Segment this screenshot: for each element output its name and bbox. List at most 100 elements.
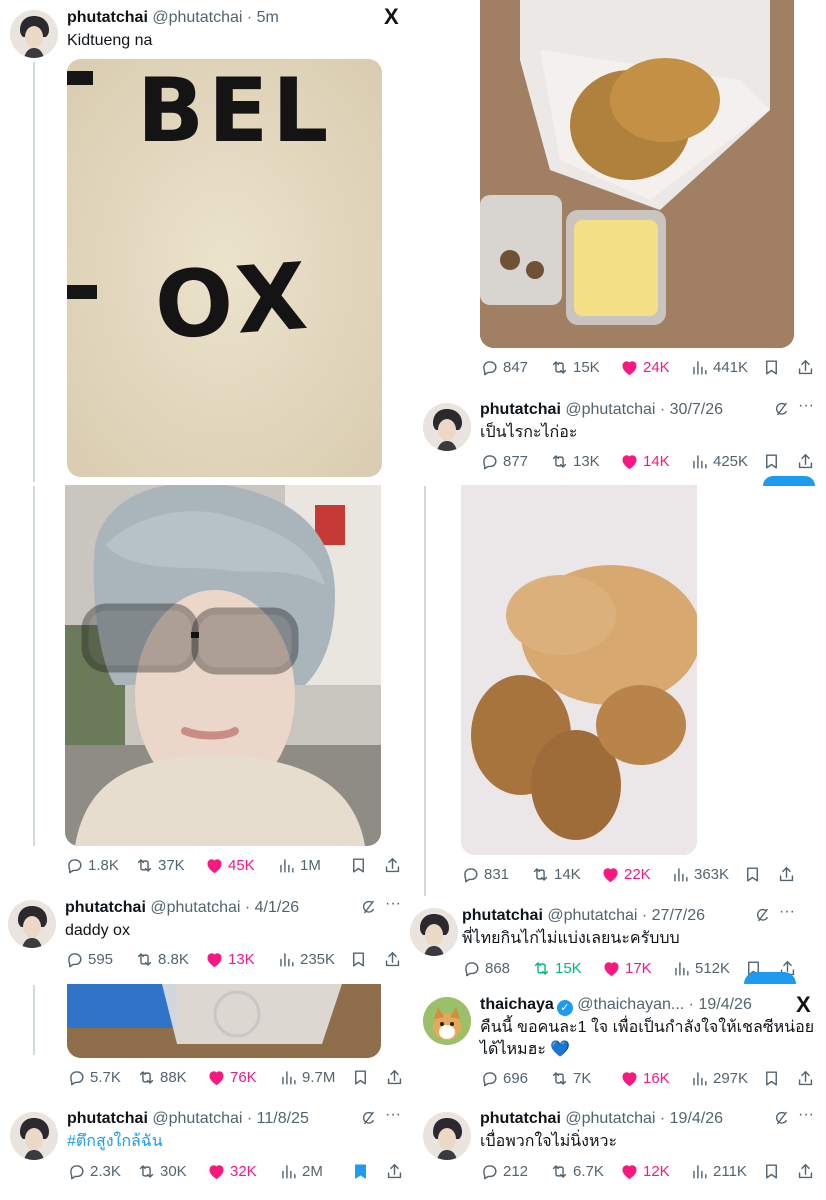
- tweet-image[interactable]: [461, 485, 697, 855]
- handle[interactable]: @phutatchai: [547, 907, 637, 924]
- reply-button[interactable]: 831: [461, 862, 509, 886]
- like-button[interactable]: 17K: [602, 956, 652, 980]
- repost-button[interactable]: 8.8K: [135, 947, 189, 971]
- bookmark-button[interactable]: [351, 1159, 370, 1183]
- timestamp[interactable]: 11/8/25: [257, 1110, 309, 1127]
- reply-button[interactable]: 696: [480, 1066, 528, 1090]
- bookmark-button[interactable]: [762, 449, 781, 473]
- avatar[interactable]: [10, 1112, 58, 1160]
- like-button[interactable]: 12K: [620, 1159, 670, 1183]
- more-icon[interactable]: ···: [779, 902, 795, 922]
- repost-button[interactable]: 7K: [550, 1066, 591, 1090]
- views-button[interactable]: 363K: [671, 862, 729, 886]
- like-button[interactable]: 24K: [620, 355, 670, 379]
- display-name[interactable]: phutatchai: [65, 899, 146, 916]
- share-button[interactable]: [383, 853, 402, 877]
- like-button[interactable]: 14K: [620, 449, 670, 473]
- repost-button[interactable]: 30K: [137, 1159, 187, 1183]
- more-icon[interactable]: ···: [798, 396, 814, 416]
- reply-button[interactable]: 847: [480, 355, 528, 379]
- avatar[interactable]: [423, 403, 471, 451]
- compose-button[interactable]: [763, 476, 815, 486]
- bookmark-button[interactable]: [351, 1065, 370, 1089]
- like-button[interactable]: 45K: [205, 853, 255, 877]
- like-button[interactable]: 13K: [205, 947, 255, 971]
- bookmark-button[interactable]: [762, 355, 781, 379]
- like-button[interactable]: 22K: [601, 862, 651, 886]
- share-button[interactable]: [796, 1066, 815, 1090]
- handle[interactable]: @phutatchai: [152, 9, 242, 26]
- views-button[interactable]: 512K: [672, 956, 730, 980]
- timestamp[interactable]: 27/7/26: [652, 907, 705, 924]
- share-button[interactable]: [796, 449, 815, 473]
- timestamp[interactable]: 30/7/26: [670, 401, 723, 418]
- timestamp[interactable]: 19/4/26: [670, 1110, 723, 1127]
- reply-button[interactable]: 2.3K: [67, 1159, 121, 1183]
- timestamp[interactable]: 5m: [257, 9, 279, 26]
- reply-button[interactable]: 212: [480, 1159, 528, 1183]
- views-button[interactable]: 2M: [279, 1159, 323, 1183]
- handle[interactable]: @phutatchai: [152, 1110, 242, 1127]
- timestamp[interactable]: 19/4/26: [698, 996, 751, 1013]
- bookmark-button[interactable]: [762, 1066, 781, 1090]
- handle[interactable]: @thaichayan...: [577, 996, 684, 1013]
- bookmark-button[interactable]: [349, 947, 368, 971]
- bookmark-button[interactable]: [743, 862, 762, 886]
- repost-button[interactable]: 13K: [550, 449, 600, 473]
- tweet-image[interactable]: BEL OX: [67, 59, 382, 477]
- reply-button[interactable]: 5.7K: [67, 1065, 121, 1089]
- more-icon[interactable]: ···: [385, 1105, 401, 1125]
- views-button[interactable]: 441K: [690, 355, 748, 379]
- views-button[interactable]: 211K: [690, 1159, 747, 1183]
- more-icon[interactable]: ···: [385, 894, 401, 914]
- display-name[interactable]: phutatchai: [480, 401, 561, 418]
- tweet-image[interactable]: [480, 0, 794, 348]
- handle[interactable]: @phutatchai: [565, 401, 655, 418]
- views-button[interactable]: 1M: [277, 853, 321, 877]
- like-button[interactable]: 76K: [207, 1065, 257, 1089]
- grok-icon[interactable]: [360, 1109, 378, 1133]
- grok-icon[interactable]: [360, 898, 378, 922]
- share-button[interactable]: [777, 862, 796, 886]
- reply-button[interactable]: 1.8K: [65, 853, 119, 877]
- grok-icon[interactable]: [773, 400, 791, 424]
- more-icon[interactable]: ···: [798, 1105, 814, 1125]
- share-button[interactable]: [796, 1159, 815, 1183]
- avatar[interactable]: [423, 997, 471, 1045]
- views-button[interactable]: 9.7M: [279, 1065, 335, 1089]
- compose-button[interactable]: [744, 972, 796, 984]
- avatar[interactable]: [10, 10, 58, 58]
- display-name[interactable]: phutatchai: [67, 1110, 148, 1127]
- display-name[interactable]: phutatchai: [67, 9, 148, 26]
- share-button[interactable]: [385, 1065, 404, 1089]
- grok-icon[interactable]: [773, 1109, 791, 1133]
- like-button[interactable]: 32K: [207, 1159, 257, 1183]
- handle[interactable]: @phutatchai: [565, 1110, 655, 1127]
- display-name[interactable]: phutatchai: [462, 907, 543, 924]
- reply-button[interactable]: 877: [480, 449, 528, 473]
- display-name[interactable]: phutatchai: [480, 1110, 561, 1127]
- views-button[interactable]: 425K: [690, 449, 748, 473]
- tweet-image[interactable]: [65, 485, 381, 846]
- repost-button[interactable]: 14K: [531, 862, 581, 886]
- display-name[interactable]: thaichaya: [480, 996, 554, 1013]
- bookmark-button[interactable]: [762, 1159, 781, 1183]
- handle[interactable]: @phutatchai: [150, 899, 240, 916]
- bookmark-button[interactable]: [349, 853, 368, 877]
- hashtag-link[interactable]: #ตึกสูงใกล้ฉัน: [67, 1131, 163, 1153]
- tweet-image[interactable]: [67, 984, 381, 1058]
- avatar[interactable]: [423, 1112, 471, 1160]
- repost-button[interactable]: 6.7K: [550, 1159, 604, 1183]
- repost-button[interactable]: 15K: [532, 956, 582, 980]
- reply-button[interactable]: 595: [65, 947, 113, 971]
- views-button[interactable]: 235K: [277, 947, 335, 971]
- like-button[interactable]: 16K: [620, 1066, 670, 1090]
- views-button[interactable]: 297K: [690, 1066, 748, 1090]
- share-button[interactable]: [385, 1159, 404, 1183]
- timestamp[interactable]: 4/1/26: [255, 899, 299, 916]
- share-button[interactable]: [796, 355, 815, 379]
- avatar[interactable]: [410, 908, 458, 956]
- avatar[interactable]: [8, 900, 56, 948]
- repost-button[interactable]: 88K: [137, 1065, 187, 1089]
- repost-button[interactable]: 15K: [550, 355, 600, 379]
